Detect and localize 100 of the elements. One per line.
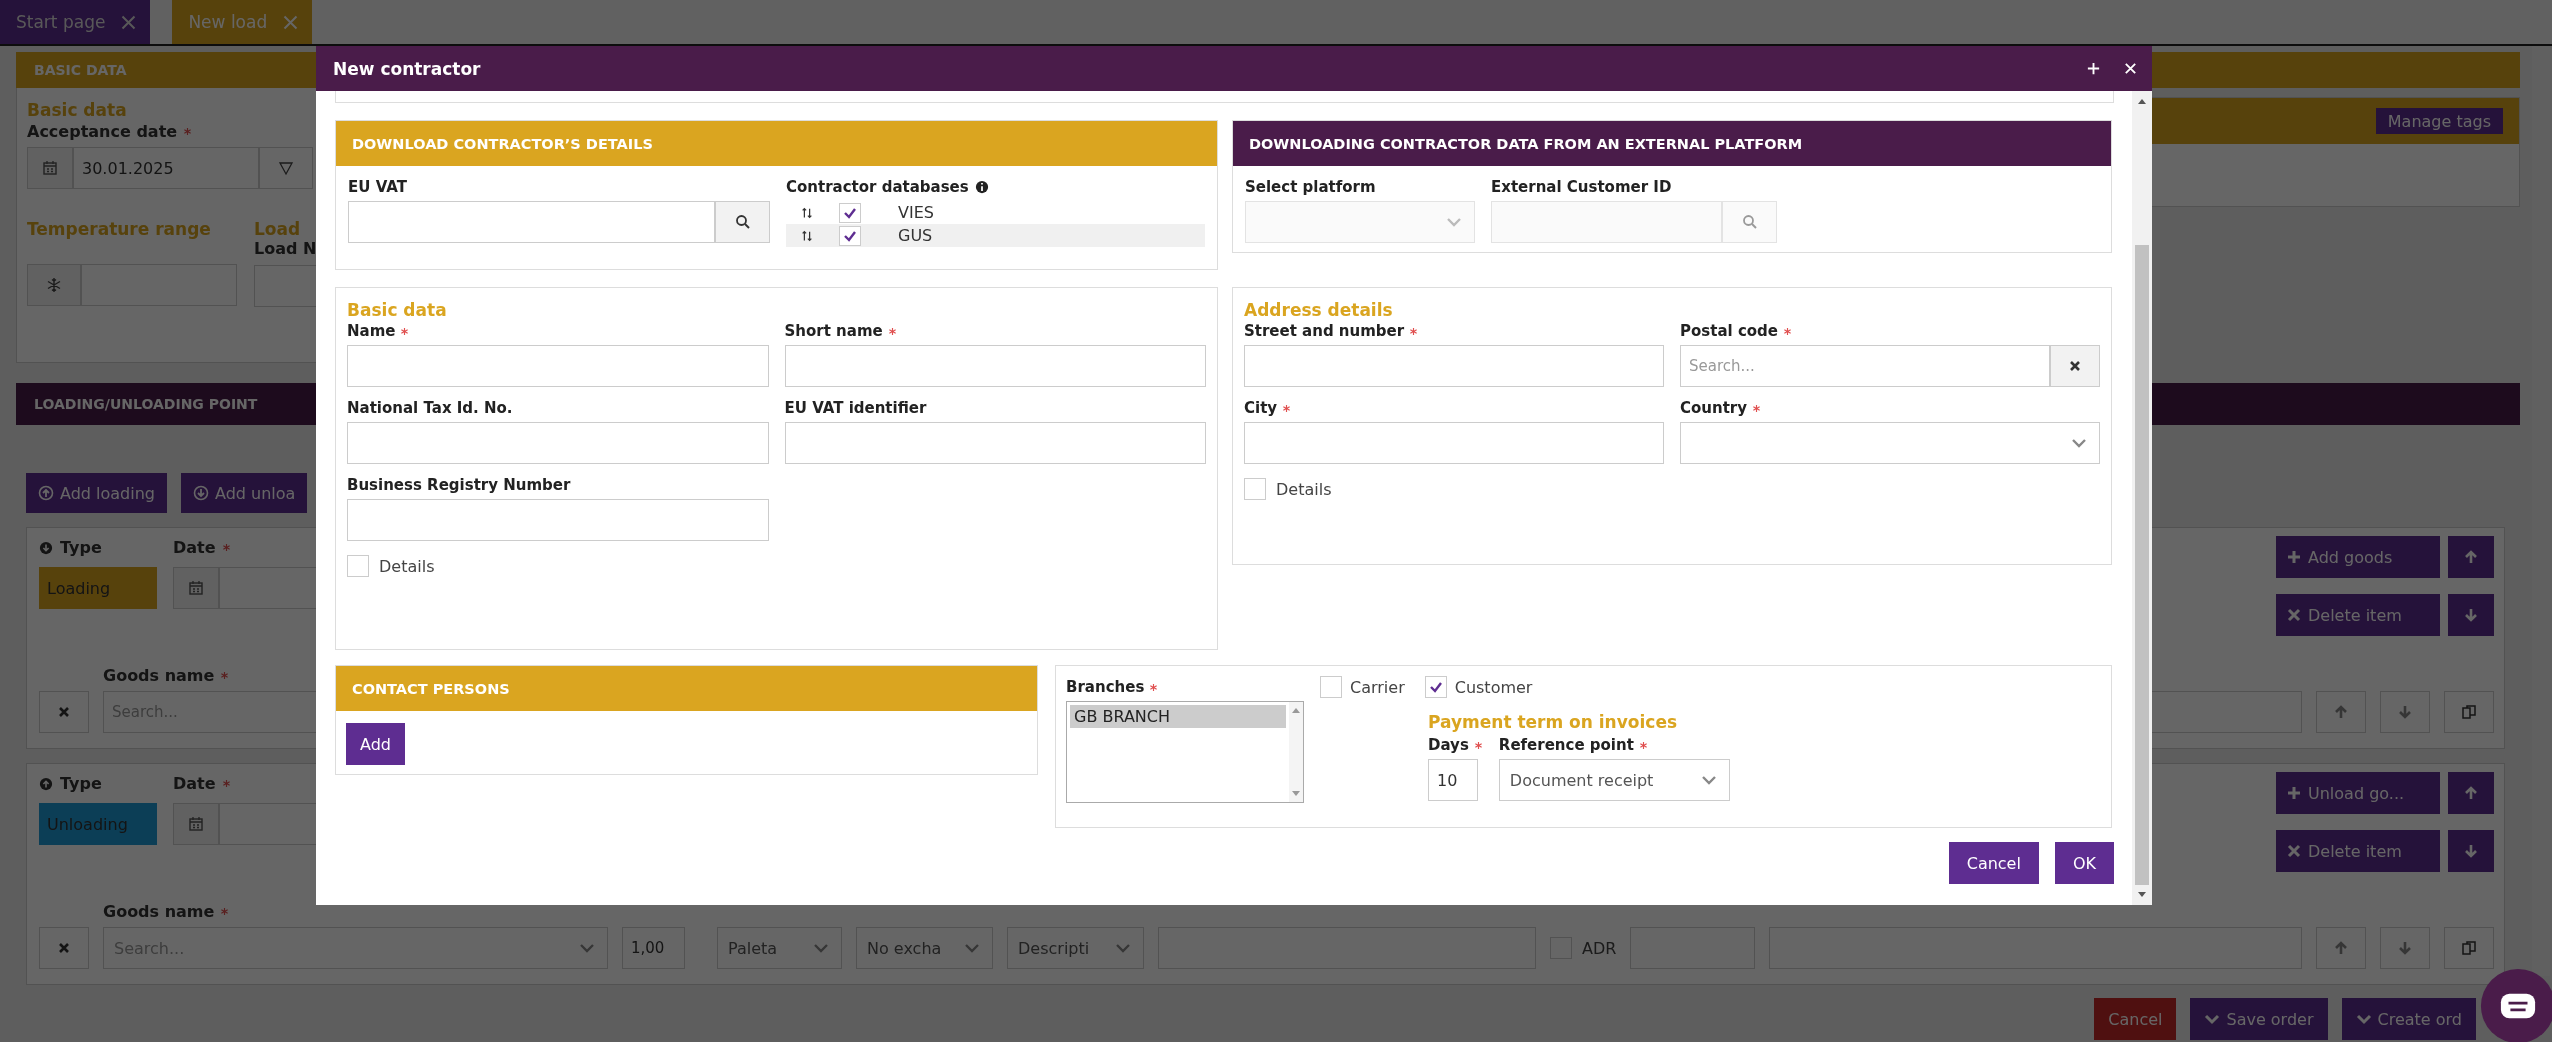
field-label: Type (60, 538, 102, 557)
add-button[interactable]: Add (346, 723, 405, 765)
move-down-button[interactable] (2380, 927, 2430, 969)
text-field[interactable] (1244, 345, 1664, 387)
dialog-button[interactable]: OK (2054, 842, 2114, 884)
checkbox[interactable] (1320, 676, 1342, 698)
text-field[interactable] (348, 201, 715, 243)
chevron-down-icon (813, 943, 829, 953)
move-up-button[interactable] (2316, 691, 2366, 733)
circle-arrow-up-icon (39, 776, 53, 791)
exchange-dropdown[interactable]: No excha (856, 927, 993, 969)
plus-icon (2286, 549, 2302, 565)
field-label: EU VAT identifier (784, 399, 927, 417)
checkbox-label: Details (1276, 479, 1332, 499)
add-goods-button[interactable]: Unload go... (2276, 772, 2440, 814)
arrow-up-icon (2463, 785, 2479, 801)
scroll-down-icon[interactable] (2137, 891, 2147, 899)
dropdown-button[interactable] (259, 147, 313, 189)
field-label: Date (173, 774, 216, 793)
search-field[interactable]: Search... (1680, 345, 2050, 387)
tab[interactable]: Start page (0, 0, 151, 44)
arrow-down-icon (2397, 940, 2413, 956)
calendar-button[interactable] (173, 567, 219, 609)
move-down-button[interactable] (2448, 830, 2494, 872)
search-icon (734, 214, 751, 230)
calendar-button[interactable] (173, 803, 219, 845)
arrow-down-icon (2397, 704, 2413, 720)
checkbox[interactable] (347, 555, 369, 577)
manage-tags-button[interactable]: Manage tags (2375, 108, 2503, 134)
calendar-icon (188, 816, 204, 832)
arrow-down-icon (2463, 607, 2479, 623)
sort-icon[interactable] (800, 228, 814, 243)
footer-button[interactable]: Create ord (2341, 998, 2476, 1040)
remove-button[interactable] (39, 927, 89, 969)
chat-button[interactable] (2480, 968, 2552, 1042)
move-down-button[interactable] (2448, 594, 2494, 636)
move-up-button[interactable] (2316, 927, 2366, 969)
field-label: Name (347, 322, 396, 340)
remove-button[interactable] (39, 691, 89, 733)
description-dropdown[interactable]: Descripti (1007, 927, 1144, 969)
platform-dropdown[interactable] (1245, 201, 1475, 243)
copy-icon (2461, 704, 2477, 720)
move-up-button[interactable] (2448, 536, 2494, 578)
unit-dropdown[interactable]: Paleta (717, 927, 842, 969)
country-dropdown[interactable] (1680, 422, 2100, 464)
sort-icon[interactable] (800, 205, 814, 220)
arrow-down-icon (2463, 843, 2479, 859)
field-label: Business Registry Number (347, 476, 571, 494)
branches-list[interactable]: GB BRANCH (1066, 701, 1304, 803)
field-label: Days (1428, 736, 1469, 754)
calendar-button[interactable] (27, 147, 73, 189)
circle-arrow-up-icon (38, 485, 54, 501)
add-button[interactable]: Add unloa (181, 473, 308, 513)
add-goods-button[interactable]: Add goods (2276, 536, 2440, 578)
text-field[interactable] (347, 499, 769, 541)
clear-button[interactable] (2050, 345, 2100, 387)
move-down-button[interactable] (2380, 691, 2430, 733)
type-badge: Unloading (39, 803, 157, 845)
checkbox-label: Customer (1454, 677, 1533, 697)
required-icon (220, 907, 230, 916)
type-badge: Loading (39, 567, 157, 609)
section-header: DOWNLOADING CONTRACTOR DATA FROM AN EXTERNAL PLATFORM (1233, 121, 2111, 166)
plus-icon[interactable] (2086, 61, 2101, 76)
move-up-button[interactable] (2448, 772, 2494, 814)
triangle-icon (278, 160, 294, 176)
dialog-button[interactable]: Cancel (1948, 842, 2039, 884)
scrollbar[interactable] (2132, 91, 2152, 905)
tab[interactable]: New load (172, 0, 313, 44)
add-button[interactable]: Add loading (26, 473, 167, 513)
checkbox[interactable] (839, 225, 861, 246)
delete-button[interactable]: Delete item (2276, 594, 2440, 636)
days-field[interactable]: 10 (1428, 759, 1478, 801)
checkbox[interactable] (1244, 478, 1266, 500)
text-field[interactable] (347, 422, 769, 464)
temperature-button[interactable] (27, 264, 81, 306)
close-icon (2286, 607, 2302, 623)
checkbox[interactable] (1424, 676, 1447, 698)
section-header: DOWNLOAD CONTRACTOR’S DETAILS (336, 121, 1217, 166)
search-button[interactable] (715, 201, 770, 243)
database-name: VIES (898, 203, 934, 222)
text-field[interactable] (784, 345, 1206, 387)
text-field[interactable] (347, 345, 769, 387)
copy-button[interactable] (2444, 927, 2494, 969)
reference-point-dropdown[interactable]: Document receipt (1498, 759, 1730, 801)
delete-button[interactable]: Delete item (2276, 830, 2440, 872)
scroll-up-icon[interactable] (2137, 97, 2147, 105)
footer-button[interactable]: Cancel (2094, 998, 2177, 1040)
field-label: External Customer ID (1491, 177, 1673, 198)
text-field[interactable] (1244, 422, 1664, 464)
date-field[interactable]: 30.01.2025 (73, 147, 259, 189)
text-field[interactable] (784, 422, 1206, 464)
list-option[interactable]: GB BRANCH (1070, 705, 1286, 728)
section-title: Payment term on invoices (1428, 712, 1679, 732)
field-label: Country (1680, 399, 1748, 417)
footer-button[interactable]: Save order (2190, 998, 2328, 1040)
snowflake-icon (46, 277, 62, 293)
quantity-field[interactable]: 1,00 (622, 927, 685, 969)
checkbox[interactable] (839, 202, 861, 223)
copy-button[interactable] (2444, 691, 2494, 733)
copy-icon (2461, 940, 2477, 956)
